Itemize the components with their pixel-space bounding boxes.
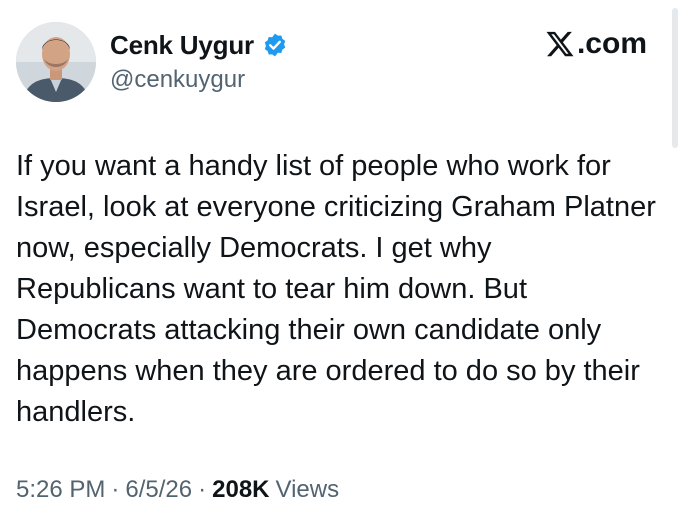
meta-separator: ·: [111, 476, 120, 503]
author-avatar[interactable]: [16, 22, 96, 102]
author-name-row: Cenk Uygur: [110, 28, 288, 62]
scrollbar[interactable]: [672, 8, 678, 148]
tweet-date[interactable]: 6/5/26: [125, 476, 192, 504]
brand-logo: .com: [545, 27, 647, 61]
tweet-meta: 5:26 PM · 6/5/26 · 208K Views: [16, 476, 339, 504]
author-display-name[interactable]: Cenk Uygur: [110, 30, 254, 61]
avatar-photo-icon: [16, 22, 96, 102]
tweet-text: If you want a handy list of people who w…: [16, 150, 656, 428]
brand-domain-label: .com: [576, 27, 647, 60]
tweet-card: Cenk Uygur @cenkuygur .com If you want a…: [0, 0, 680, 529]
views-label: Views: [275, 476, 340, 503]
meta-separator: ·: [198, 476, 207, 503]
views-count[interactable]: 208K: [212, 476, 269, 504]
tweet-time[interactable]: 5:26 PM: [16, 476, 105, 504]
verified-badge-icon: [262, 32, 288, 58]
author-handle[interactable]: @cenkuygur: [110, 66, 245, 94]
x-logo-icon: [545, 29, 575, 59]
